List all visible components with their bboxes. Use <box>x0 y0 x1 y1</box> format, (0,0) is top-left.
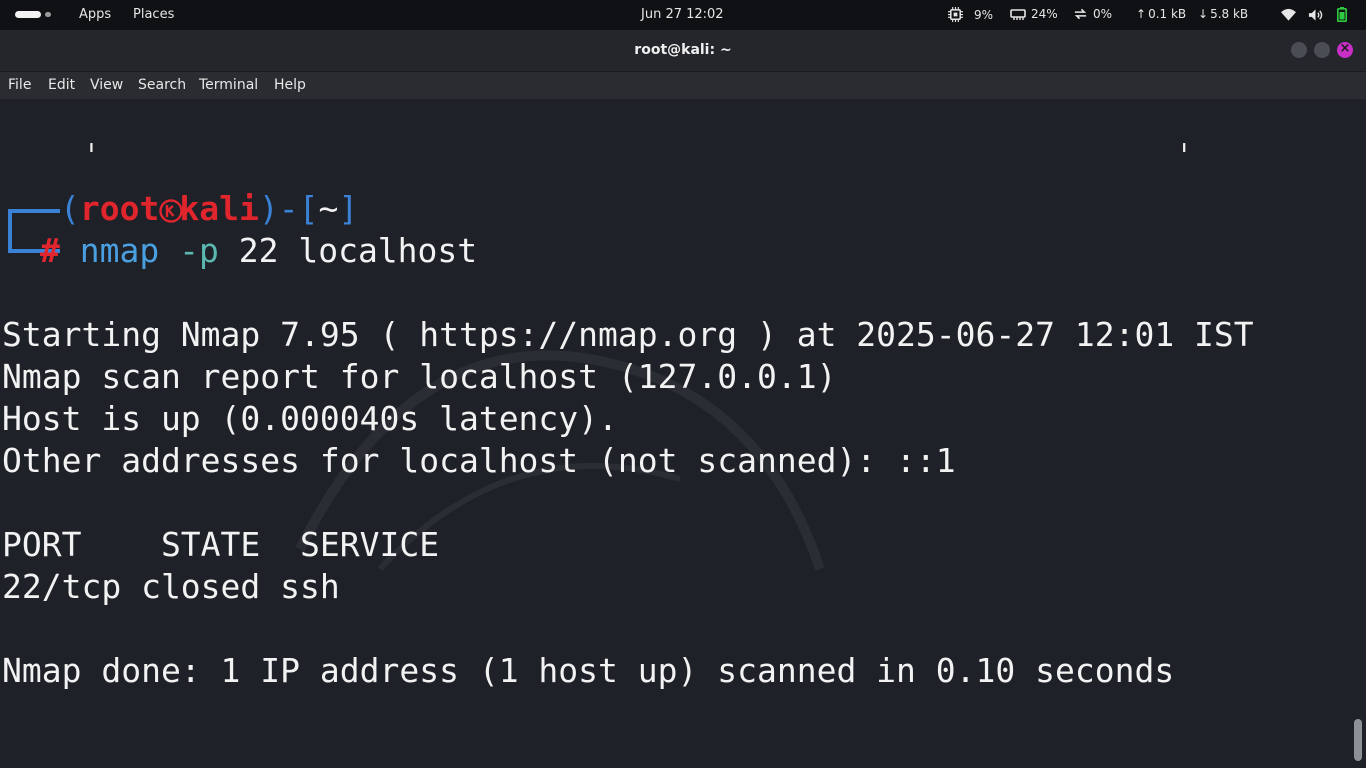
volume-indicator[interactable] <box>1308 8 1323 22</box>
places-menu[interactable]: Places <box>133 7 174 22</box>
clock[interactable]: Jun 27 12:02 <box>641 7 724 22</box>
maximize-button[interactable] <box>1314 42 1330 58</box>
battery-indicator[interactable] <box>1337 7 1347 22</box>
memory-icon <box>1010 8 1026 20</box>
menu-terminal[interactable]: Terminal <box>199 77 258 93</box>
command-name: nmap <box>79 231 160 270</box>
output-line: Other addresses for localhost (not scann… <box>2 441 956 480</box>
volume-icon <box>1308 9 1323 21</box>
command-args: 22 localhost <box>238 231 478 270</box>
output-line: Nmap scan report for localhost (127.0.0.… <box>2 357 837 396</box>
prompt-close: )-[ <box>258 189 319 228</box>
prompt-line: (root kali)-[~] <box>60 188 358 230</box>
output-line: Nmap done: 1 IP address (1 host up) scan… <box>2 651 1175 690</box>
arrow-down-icon: ↓ <box>1198 7 1209 21</box>
kali-skull-icon <box>159 188 184 230</box>
output-line: 22/tcp closed ssh <box>2 567 340 606</box>
memory-value: 24% <box>1031 7 1058 21</box>
download-value: 5.8 kB <box>1210 7 1249 21</box>
swap-value: 0% <box>1093 7 1113 21</box>
prompt-end: ] <box>338 189 359 228</box>
terminal-scrollbar[interactable] <box>1354 719 1362 761</box>
output-line: Host is up (0.000040s latency). <box>2 399 618 438</box>
arrow-up-icon: ↑ <box>1136 7 1147 21</box>
menu-edit[interactable]: Edit <box>48 77 75 93</box>
prompt-user: root <box>79 189 160 228</box>
close-icon: × <box>1339 41 1351 56</box>
menu-search[interactable]: Search <box>138 77 186 93</box>
activities-button[interactable] <box>15 11 53 19</box>
cpu-indicator[interactable]: 9% <box>948 7 993 22</box>
upload-indicator[interactable]: ↑ 0.1 kB <box>1136 7 1186 21</box>
output-line: PORT STATE SERVICE <box>2 525 440 564</box>
output-line: Starting Nmap 7.95 ( https://nmap.org ) … <box>2 315 1254 354</box>
command-flag: -p <box>179 231 219 270</box>
battery-icon <box>1337 7 1347 22</box>
swap-icon <box>1074 8 1087 20</box>
scrolled-line-fragment: ˌ ˌ <box>81 116 1195 155</box>
menu-view[interactable]: View <box>90 77 123 93</box>
prompt-host: kali <box>179 189 259 228</box>
cpu-value: 9% <box>974 7 994 22</box>
wifi-icon <box>1281 8 1296 21</box>
wifi-indicator[interactable] <box>1281 8 1296 21</box>
command-line: # nmap -p 22 localhost <box>40 230 477 272</box>
upload-value: 0.1 kB <box>1148 7 1187 21</box>
prompt-symbol: # <box>40 231 60 270</box>
top-panel: Apps Places Jun 27 12:02 9% 24% 0% ↑ 0.1… <box>0 0 1366 30</box>
minimize-button[interactable] <box>1291 42 1307 58</box>
prompt-open: ( <box>60 189 80 228</box>
swap-indicator[interactable]: 0% <box>1073 7 1112 21</box>
menu-help[interactable]: Help <box>274 77 306 93</box>
apps-menu[interactable]: Apps <box>79 7 111 22</box>
window-titlebar[interactable]: root@kali: ~ × <box>0 30 1366 72</box>
workspace-indicator-icon <box>15 11 41 18</box>
menu-file[interactable]: File <box>8 77 31 93</box>
cpu-icon <box>948 7 963 22</box>
window-title: root@kali: ~ <box>634 42 732 58</box>
close-button[interactable]: × <box>1337 41 1353 58</box>
prompt-cwd: ~ <box>318 189 339 228</box>
terminal-view[interactable]: ˌ ˌ (root kali)-[~] # nmap -p 22 localhos… <box>0 99 1366 768</box>
workspace-dot-icon <box>45 12 51 17</box>
memory-indicator[interactable]: 24% <box>1010 7 1058 21</box>
menu-bar: File Edit View Search Terminal Help <box>0 72 1366 99</box>
download-indicator[interactable]: ↓ 5.8 kB <box>1198 7 1248 21</box>
